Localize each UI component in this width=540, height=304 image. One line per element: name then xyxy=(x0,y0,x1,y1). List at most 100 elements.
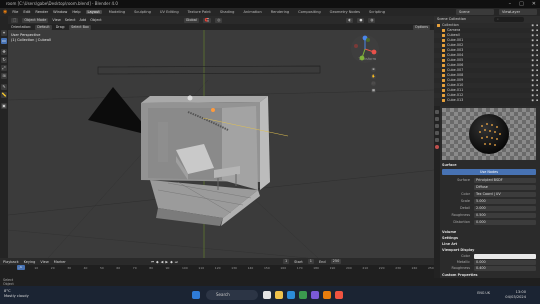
minimize-icon[interactable]: – xyxy=(509,0,512,8)
gizmo-neg-y-axis[interactable] xyxy=(366,38,370,42)
jump-start-icon[interactable]: ⏮ xyxy=(151,260,154,264)
overlay-icon[interactable]: ◐ xyxy=(346,17,354,23)
shading-material-icon[interactable]: ◍ xyxy=(368,17,376,23)
menu-view[interactable]: View xyxy=(52,18,60,22)
xbox-icon[interactable] xyxy=(299,291,307,299)
measure-tool-icon[interactable]: 📏 xyxy=(1,92,7,98)
tool-tab-icon[interactable] xyxy=(435,110,439,114)
gizmo-x-axis[interactable] xyxy=(371,49,377,55)
transform-orientation-dropdown[interactable]: Default xyxy=(35,24,52,30)
property-value-field[interactable]: 5.000 xyxy=(474,198,536,204)
custom-properties-section-header[interactable]: Custom Properties xyxy=(442,272,536,278)
timeline-marker-menu[interactable]: Marker xyxy=(54,260,66,264)
timeline-view-menu[interactable]: View xyxy=(40,260,48,264)
workspace-tab-layout[interactable]: Layout xyxy=(85,10,102,14)
add-cube-tool-icon[interactable]: ▣ xyxy=(1,103,7,109)
annotate-tool-icon[interactable]: ✎ xyxy=(1,84,7,90)
menu-help[interactable]: Help xyxy=(72,10,80,14)
play-icon[interactable]: ▶ xyxy=(165,260,168,264)
camera-view-icon[interactable]: 🎥 xyxy=(371,81,376,86)
navigation-gizmo[interactable] xyxy=(350,34,380,64)
start-frame-field[interactable]: 1 xyxy=(307,259,314,264)
edge-browser-icon[interactable] xyxy=(287,291,295,299)
task-view-icon[interactable] xyxy=(263,291,271,299)
gizmo-y-axis[interactable] xyxy=(359,55,365,61)
render-camera-icon[interactable]: ▪ xyxy=(536,98,538,103)
orientation-dropdown[interactable]: Global xyxy=(183,17,199,23)
workspace-tab-scripting[interactable]: Scripting xyxy=(367,10,387,14)
move-tool-icon[interactable]: ✥ xyxy=(1,49,7,55)
workspace-tab-animation[interactable]: Animation xyxy=(241,10,263,14)
property-value-field[interactable]: 2.000 xyxy=(474,205,536,211)
property-value-field[interactable]: 0.400 xyxy=(474,265,536,271)
menu-window[interactable]: Window xyxy=(53,10,67,14)
cursor-tool-icon[interactable]: ⌖ xyxy=(1,30,7,36)
workspace-tab-compositing[interactable]: Compositing xyxy=(296,10,323,14)
scene-selector[interactable]: Scene xyxy=(456,9,494,15)
language-indicator[interactable]: ENG UK xyxy=(477,291,490,295)
menu-render[interactable]: Render xyxy=(35,10,48,14)
workspace-tab-uv-editing[interactable]: UV Editing xyxy=(158,10,181,14)
prev-keyframe-icon[interactable]: ◆ xyxy=(156,260,159,264)
weather-widget[interactable]: 8°C Mostly cloudy xyxy=(4,289,29,299)
taskbar-search-input[interactable]: Search xyxy=(206,290,258,300)
start-windows-icon[interactable] xyxy=(192,291,200,299)
select-tool-icon[interactable]: ▭ xyxy=(1,38,7,44)
workspace-tab-geometry-nodes[interactable]: Geometry Nodes xyxy=(328,10,362,14)
workspace-tab-rendering[interactable]: Rendering xyxy=(269,10,291,14)
surface-section-header[interactable]: Surface xyxy=(442,162,536,168)
use-nodes-button[interactable]: Use Nodes xyxy=(442,169,536,175)
end-frame-field[interactable]: 250 xyxy=(330,259,342,264)
workspace-tab-texture-paint[interactable]: Texture Paint xyxy=(186,10,213,14)
3d-viewport[interactable]: User Perspective (1) Collection | Cubeal… xyxy=(8,30,434,258)
taskbar-clock[interactable]: 13:00 04/03/2024 xyxy=(505,290,526,300)
mode-dropdown[interactable]: Object Mode xyxy=(22,17,49,23)
material-tab-icon[interactable] xyxy=(435,145,439,149)
perspective-toggle-icon[interactable]: ▦ xyxy=(371,88,376,93)
menu-edit[interactable]: Edit xyxy=(23,10,30,14)
outliner-search-input[interactable]: ⌕ xyxy=(494,17,524,22)
timeline-ruler[interactable]: 1 0 10 20 30 40 50 60 70 80 90 100 110 120 130 140 150 1… xyxy=(0,265,434,278)
pan-hand-icon[interactable]: ✋ xyxy=(371,74,376,79)
zoom-icon[interactable]: ⊕ xyxy=(371,67,376,72)
transform-tool-icon[interactable]: ⊞ xyxy=(1,73,7,79)
property-value-field[interactable]: 0.000 xyxy=(474,259,536,265)
next-keyframe-icon[interactable]: ◆ xyxy=(170,260,173,264)
visibility-eye-icon[interactable]: ◉ xyxy=(531,98,534,103)
render-tab-icon[interactable] xyxy=(435,117,439,121)
object-tab-icon[interactable] xyxy=(435,138,439,142)
rotate-tool-icon[interactable]: ↻ xyxy=(1,57,7,63)
property-value-field[interactable]: Diffuse xyxy=(474,184,536,190)
close-icon[interactable]: ✕ xyxy=(532,0,536,8)
blender-taskbar-icon[interactable] xyxy=(323,291,331,299)
file-explorer-icon[interactable] xyxy=(275,291,283,299)
editor-type-icon[interactable]: ⬚ xyxy=(11,17,19,23)
workspace-tab-sculpting[interactable]: Sculpting xyxy=(132,10,153,14)
property-value-field[interactable]: Principled BSDF xyxy=(474,177,536,183)
property-value-field[interactable]: Tex Coord | UV xyxy=(474,191,536,197)
timeline-playback-menu[interactable]: Playback xyxy=(3,260,19,264)
menu-add[interactable]: Add xyxy=(80,18,87,22)
property-value-field[interactable]: 0.000 xyxy=(474,219,536,225)
jump-end-icon[interactable]: ⏭ xyxy=(175,260,178,264)
blender-logo-icon[interactable]: ◉ xyxy=(3,9,7,15)
outliner-object-row[interactable]: Cube.013 ◉ ▪ xyxy=(434,98,540,103)
workspace-tab-shading[interactable]: Shading xyxy=(218,10,237,14)
timeline-keying-menu[interactable]: Keying xyxy=(24,260,36,264)
scene-tab-icon[interactable] xyxy=(435,131,439,135)
menu-select[interactable]: Select xyxy=(65,18,76,22)
shading-solid-icon[interactable]: ● xyxy=(357,17,365,23)
menu-object[interactable]: Object xyxy=(90,18,101,22)
current-frame-field[interactable]: 1 xyxy=(282,259,290,264)
options-dropdown[interactable]: Options xyxy=(412,24,430,30)
scale-tool-icon[interactable]: ⤢ xyxy=(1,65,7,71)
chrome-icon[interactable] xyxy=(335,291,343,299)
snap-icon[interactable]: 🧲 xyxy=(202,17,212,23)
workspace-tab-modeling[interactable]: Modeling xyxy=(107,10,127,14)
property-value-field[interactable]: 0.500 xyxy=(474,212,536,218)
view-layer-selector[interactable]: ViewLayer xyxy=(499,9,537,15)
menu-file[interactable]: File xyxy=(12,10,18,14)
gizmo-neg-x-axis[interactable] xyxy=(354,44,358,48)
output-tab-icon[interactable] xyxy=(435,124,439,128)
play-reverse-icon[interactable]: ◀ xyxy=(161,260,164,264)
